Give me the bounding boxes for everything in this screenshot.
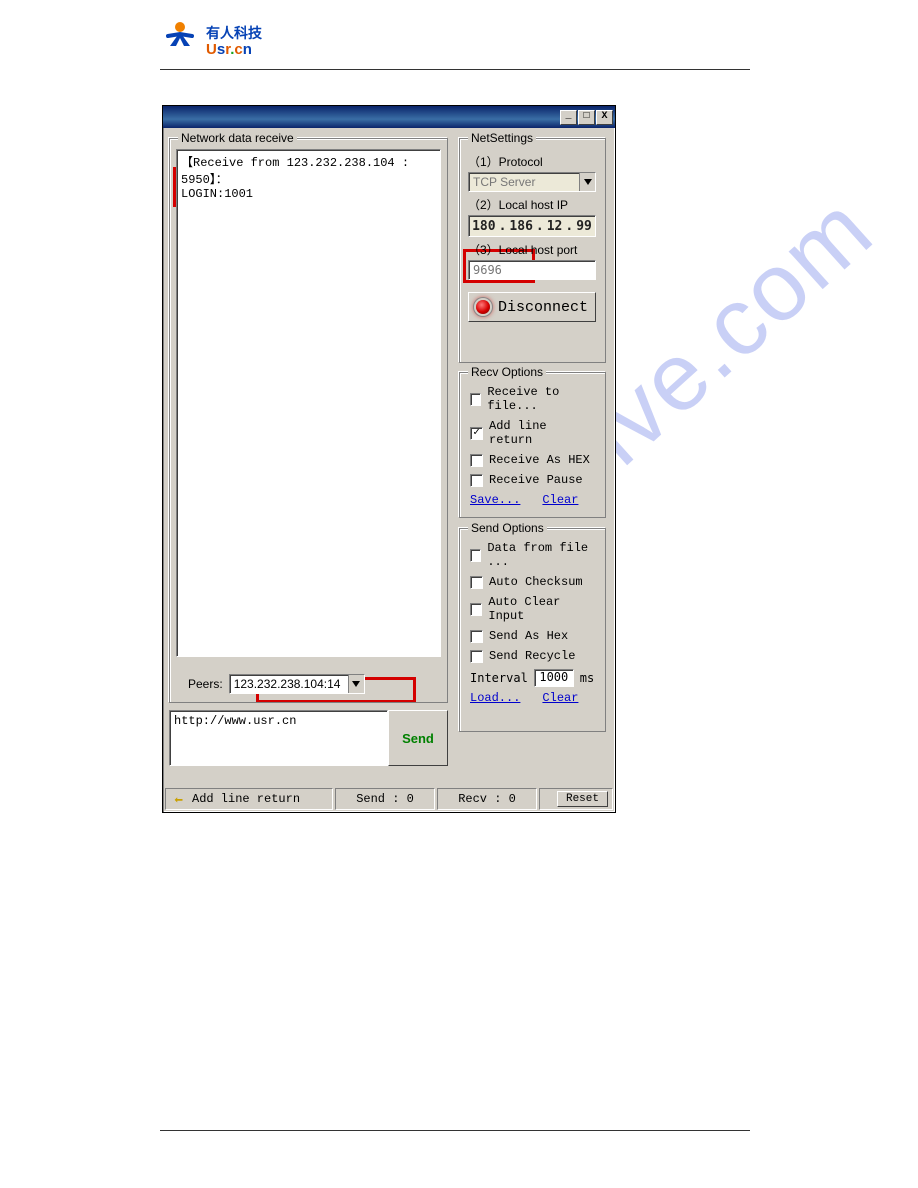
group-network-receive: Network data receive 【Receive from 123.2… <box>169 138 448 703</box>
interval-input[interactable]: 1000 <box>534 669 574 687</box>
send-button[interactable]: Send <box>388 710 448 766</box>
checkbox-auto-clear[interactable] <box>470 603 482 616</box>
checkbox-send-recycle[interactable] <box>470 650 483 663</box>
opt-label: Add line return <box>489 419 597 447</box>
opt-label: Send As Hex <box>489 629 568 643</box>
checkbox-auto-checksum[interactable] <box>470 576 483 589</box>
opt-label: Receive to file... <box>487 385 597 413</box>
group-recv-options: Recv Options Receive to file... ✓Add lin… <box>459 372 606 518</box>
brand-logo: 有人科技 Usr.cn <box>160 18 262 58</box>
protocol-label: （1）Protocol <box>468 153 597 170</box>
ip-input[interactable]: 180.186.12.99 <box>468 215 596 237</box>
chevron-down-icon[interactable] <box>579 173 595 191</box>
logo-text-en: Usr.cn <box>206 42 262 59</box>
protocol-select[interactable]: TCP Server <box>468 172 596 192</box>
peers-value: 123.232.238.104:14 <box>230 677 348 691</box>
interval-label: Interval <box>470 671 528 685</box>
opt-label: Receive As HEX <box>489 453 590 467</box>
clear-recv-link[interactable]: Clear <box>542 493 578 507</box>
chevron-down-icon[interactable] <box>348 675 364 693</box>
send-row: http://www.usr.cn Send <box>169 710 448 766</box>
legend-send-opts: Send Options <box>468 521 547 535</box>
group-send-options: Send Options Data from file ... Auto Che… <box>459 528 606 732</box>
doc-footer <box>160 1130 750 1132</box>
ip-label: （2）Local host IP <box>468 196 597 213</box>
disconnect-label: Disconnect <box>498 299 588 316</box>
logo-icon <box>160 18 200 58</box>
app-window: _ □ X Network data receive 【Receive from… <box>162 105 616 813</box>
receive-textarea[interactable]: 【Receive from 123.232.238.104 : 5950】： L… <box>176 149 441 657</box>
checkbox-recv-to-file[interactable] <box>470 393 481 406</box>
opt-label: Data from file ... <box>487 541 597 569</box>
protocol-value: TCP Server <box>469 175 579 189</box>
save-link[interactable]: Save... <box>470 493 520 507</box>
status-bar: Add line return Send : 0 Recv : 0 Reset <box>165 788 613 810</box>
opt-label: Auto Checksum <box>489 575 583 589</box>
send-textarea[interactable]: http://www.usr.cn <box>169 710 388 766</box>
titlebar[interactable]: _ □ X <box>163 106 615 128</box>
reset-button[interactable]: Reset <box>557 791 608 807</box>
checkbox-data-from-file[interactable] <box>470 549 481 562</box>
opt-label: Receive Pause <box>489 473 583 487</box>
interval-unit: ms <box>580 671 594 685</box>
status-recv-count: Recv : 0 <box>437 788 537 810</box>
group-net-settings: NetSettings （1）Protocol TCP Server （2）Lo… <box>459 138 606 363</box>
status-led-icon <box>476 300 490 314</box>
minimize-button[interactable]: _ <box>560 110 577 125</box>
logo-text-cn: 有人科技 <box>206 26 262 41</box>
checkbox-recv-pause[interactable] <box>470 474 483 487</box>
checkbox-add-line-return[interactable]: ✓ <box>470 427 483 440</box>
checkbox-recv-hex[interactable] <box>470 454 483 467</box>
legend-recv-opts: Recv Options <box>468 365 546 379</box>
status-send-count: Send : 0 <box>335 788 435 810</box>
load-link[interactable]: Load... <box>470 691 520 705</box>
opt-label: Auto Clear Input <box>488 595 597 623</box>
port-label: （3）Local host port <box>468 241 597 258</box>
status-addline: Add line return <box>165 788 333 810</box>
hand-icon <box>172 792 186 806</box>
port-input[interactable]: 9696 <box>468 260 596 280</box>
peers-label: Peers: <box>188 677 223 691</box>
peers-combo[interactable]: 123.232.238.104:14 <box>229 674 365 694</box>
status-reset-pane: Reset <box>539 788 613 810</box>
clear-send-link[interactable]: Clear <box>542 691 578 705</box>
maximize-button[interactable]: □ <box>578 110 595 125</box>
legend-receive: Network data receive <box>178 131 297 145</box>
disconnect-button[interactable]: Disconnect <box>468 292 596 322</box>
close-button[interactable]: X <box>596 110 613 125</box>
opt-label: Send Recycle <box>489 649 575 663</box>
checkbox-send-hex[interactable] <box>470 630 483 643</box>
doc-header: 有人科技 Usr.cn <box>160 18 750 70</box>
legend-net: NetSettings <box>468 131 536 145</box>
